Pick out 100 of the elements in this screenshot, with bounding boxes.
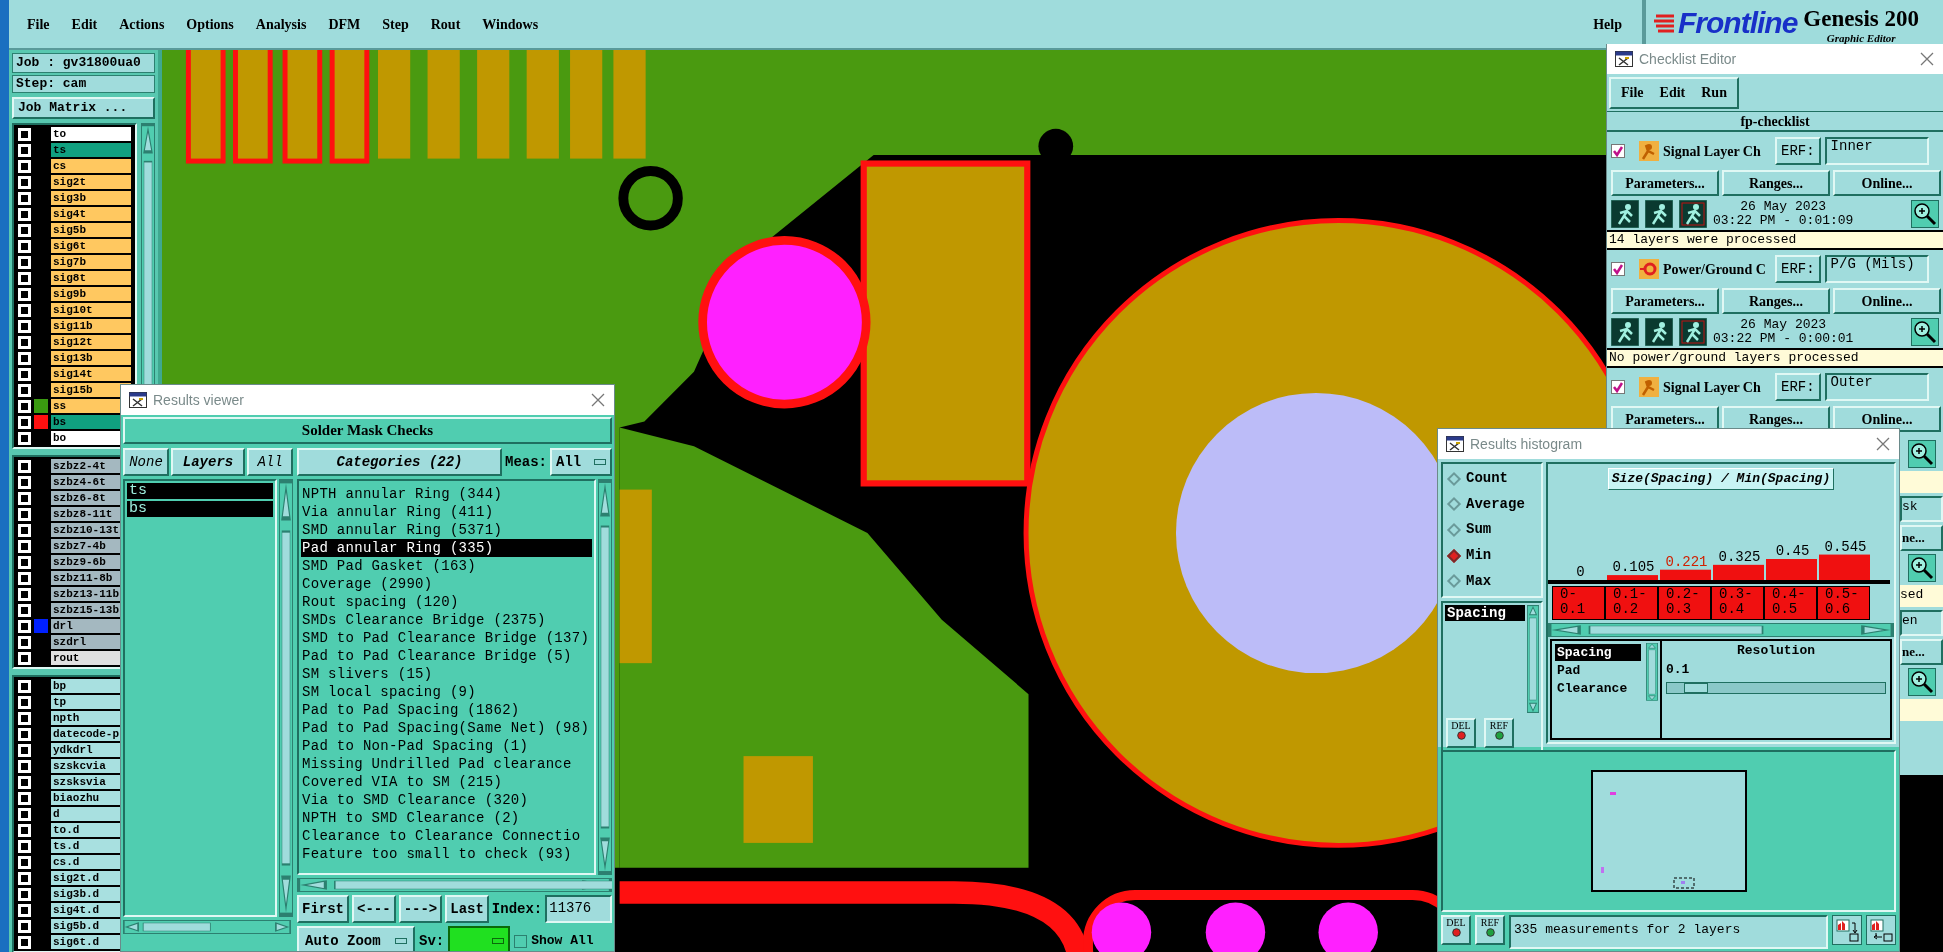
radio-label[interactable]: Count [1466,468,1508,490]
category-item[interactable]: Feature too small to check (93) [301,845,592,863]
layer-checkbox[interactable] [18,539,31,553]
layer-checkbox[interactable] [18,839,31,853]
del-ref-button[interactable]: REF [1484,718,1514,748]
erf-field[interactable]: Inner [1824,137,1929,165]
zoom-in-icon[interactable] [1911,318,1939,346]
checkbox[interactable] [1611,380,1625,394]
layer-checkbox[interactable] [18,367,31,381]
scrollbar[interactable] [1527,605,1539,713]
layer-checkbox[interactable] [18,399,31,413]
running-figure-icon[interactable] [1645,318,1673,346]
layer-checkbox[interactable] [18,287,31,301]
category-item[interactable]: SMDs Clearance Bridge (2375) [301,611,592,629]
menu-item[interactable]: DFM [328,13,361,35]
categories-button[interactable]: Categories (22) [297,448,502,476]
layer-checkbox[interactable] [18,619,31,633]
menu-item[interactable]: Step [382,13,409,35]
menu-item[interactable]: Windows [482,13,539,35]
layer-name[interactable]: sig2t [51,175,131,189]
checkbox[interactable] [1611,262,1625,276]
menu-item[interactable]: Rout [430,13,461,35]
erf-button[interactable]: ERF: [1775,255,1821,283]
bin-label[interactable]: 0.1-0.2 [1605,585,1658,620]
resolution-slider[interactable] [1666,681,1886,694]
radio-label[interactable]: Min [1466,545,1492,567]
slider-thumb[interactable] [1684,682,1709,693]
check-button[interactable]: Ranges... [1722,288,1830,314]
layer-checkbox[interactable] [18,335,31,349]
menu-item[interactable]: Options [186,13,234,35]
category-item[interactable]: Pad to Non-Pad Spacing (1) [301,737,592,755]
measure-item[interactable]: Spacing [1445,605,1525,621]
category-item[interactable]: Rout spacing (120) [301,593,592,611]
layer-checkbox[interactable] [18,903,31,917]
layer-name[interactable]: sig11b [51,319,131,333]
del-ref-button[interactable]: DEL [1441,915,1471,945]
layer-checkbox[interactable] [18,871,31,885]
bin-label[interactable]: 0-0.1 [1552,585,1605,620]
radio-label[interactable]: Max [1466,570,1492,592]
category-item[interactable]: NPTH to SMD Clearance (2) [301,809,592,827]
layer-checkbox[interactable] [18,791,31,805]
check-button[interactable]: Online... [1833,170,1941,196]
layer-checkbox[interactable] [18,507,31,521]
layer-checkbox[interactable] [18,823,31,837]
field-item[interactable]: Pad [1555,661,1641,679]
layer-checkbox[interactable] [18,571,31,585]
zoom-mode-dropdown[interactable]: Auto Zoom [297,926,415,951]
layer-checkbox[interactable] [18,491,31,505]
layer-checkbox[interactable] [18,431,31,445]
histogram-export-icon[interactable] [1866,915,1896,945]
layer-name[interactable]: ts [51,143,131,157]
layer-checkbox[interactable] [18,919,31,933]
layer-name[interactable]: sig8t [51,271,131,285]
layer-checkbox[interactable] [18,175,31,189]
layer-name[interactable]: sig10t [51,303,131,317]
job-matrix-button[interactable]: Job Matrix ... [12,97,155,119]
zoom-in-icon[interactable] [1911,200,1939,228]
layer-name[interactable]: sig7b [51,255,131,269]
layer-checkbox[interactable] [18,303,31,317]
erf-field[interactable]: P/G (Mils) [1824,255,1929,283]
layer-checkbox[interactable] [18,475,31,489]
layer-checkbox[interactable] [18,711,31,725]
running-figure-icon[interactable] [1611,318,1639,346]
layer-checkbox[interactable] [18,587,31,601]
check-button[interactable]: Parameters... [1611,170,1719,196]
check-button[interactable]: Ranges... [1722,170,1830,196]
menu-item[interactable]: Actions [119,13,165,35]
layer-checkbox[interactable] [18,935,31,949]
radio-label[interactable]: Average [1466,493,1525,515]
zoom-in-icon[interactable] [1908,440,1936,468]
layer-checkbox[interactable] [18,651,31,665]
layer-checkbox[interactable] [18,603,31,617]
close-icon[interactable] [590,392,606,408]
layer-checkbox[interactable] [18,207,31,221]
menu-item[interactable]: File [27,13,50,35]
layer-checkbox[interactable] [18,679,31,693]
layer-filter-button[interactable]: Layers [171,448,245,476]
histogram-bar[interactable] [1607,574,1658,580]
category-item[interactable]: Missing Undrilled Pad clearance [301,755,592,773]
layer-filter-button[interactable]: All [247,448,293,476]
layer-checkbox[interactable] [18,255,31,269]
category-item[interactable]: SM slivers (15) [301,665,592,683]
layer-checkbox[interactable] [18,887,31,901]
layer-filter-button[interactable]: None [123,448,169,476]
radio-label[interactable]: Sum [1466,519,1492,541]
layer-checkbox[interactable] [18,351,31,365]
layer-name[interactable]: sig14t [51,367,131,381]
category-item[interactable]: SMD Pad Gasket (163) [301,557,592,575]
layer-checkbox[interactable] [18,415,31,429]
layer-checkbox[interactable] [18,695,31,709]
checkbox[interactable] [1611,144,1625,158]
bin-label[interactable]: 0.4-0.5 [1764,585,1817,620]
nav-button[interactable]: <--- [352,895,396,923]
layer-checkbox[interactable] [18,127,31,141]
erf-field[interactable]: sk [1900,496,1943,522]
layer-name[interactable]: sig5b [51,223,131,237]
check-button[interactable]: Parameters... [1611,288,1719,314]
layer-checkbox[interactable] [18,775,31,789]
category-item[interactable]: Coverage (2990) [301,575,592,593]
nav-button[interactable]: First [297,895,349,923]
